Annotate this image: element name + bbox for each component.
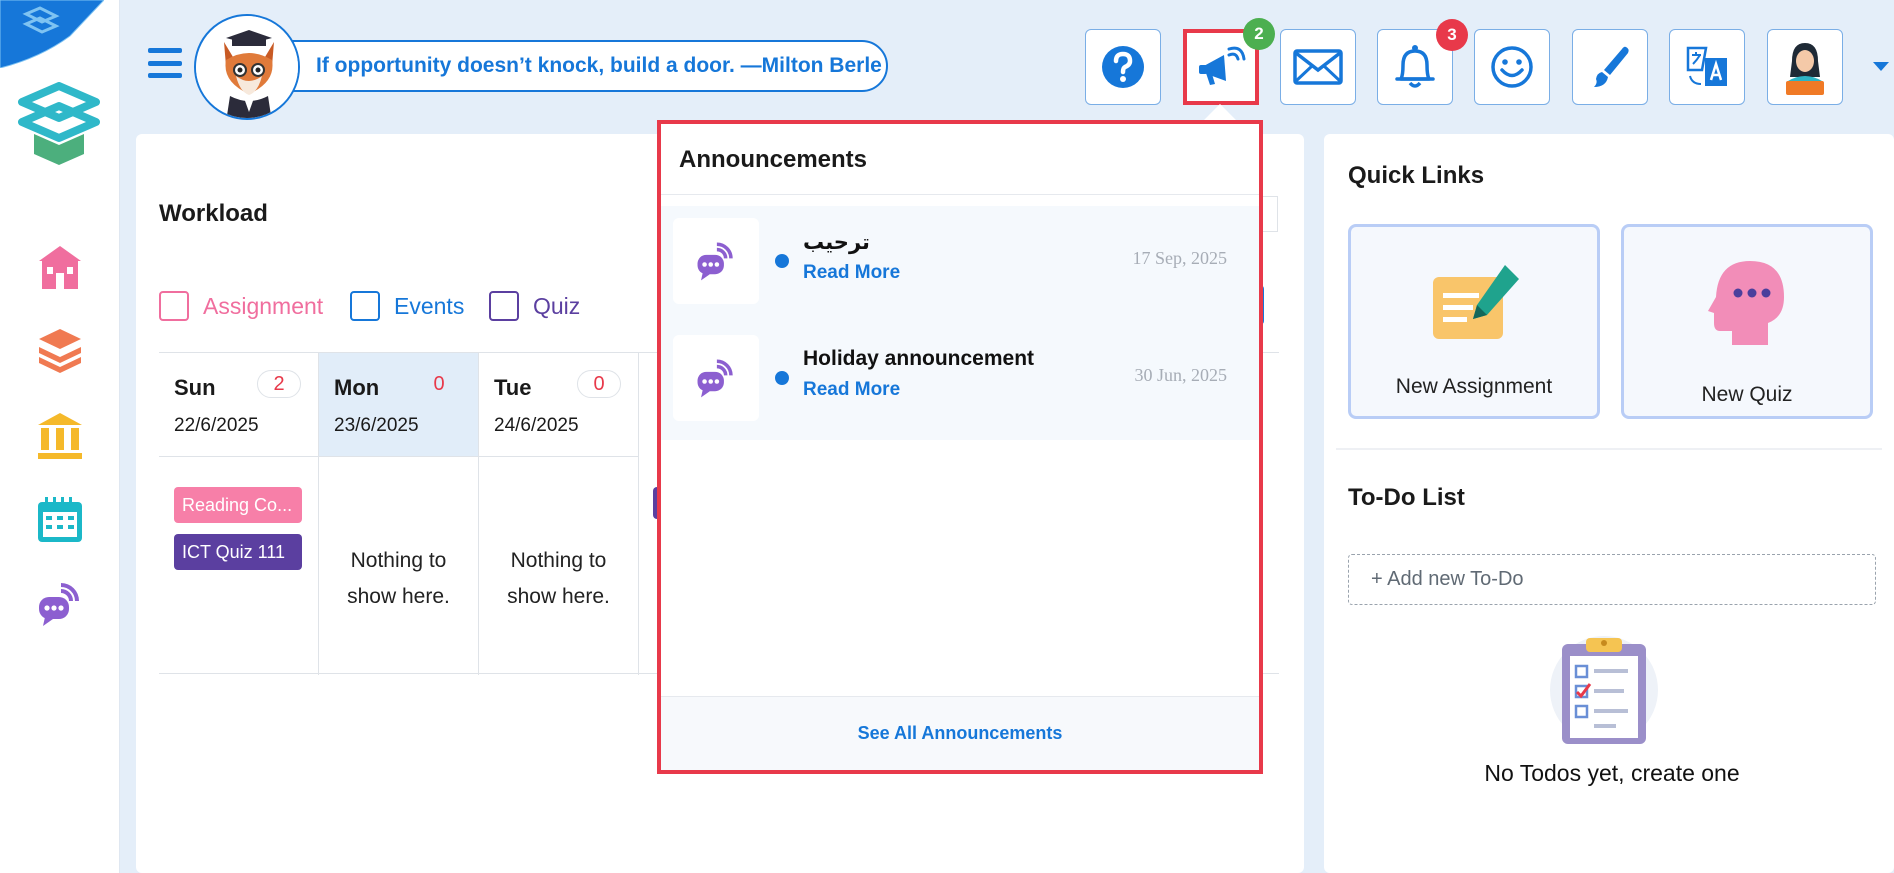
events-checkbox[interactable] [350, 291, 380, 321]
notifications-badge: 3 [1436, 19, 1468, 51]
day-date: 23/6/2025 [334, 415, 419, 436]
legend-events[interactable]: Events [350, 291, 464, 321]
sidebar [0, 0, 120, 873]
books-icon[interactable] [30, 322, 90, 382]
announcement-date: 17 Sep, 2025 [1132, 248, 1228, 268]
menu-toggle-button[interactable] [148, 48, 182, 78]
profile-button[interactable] [1767, 29, 1843, 105]
profile-dropdown-caret[interactable] [1873, 62, 1889, 71]
institution-icon[interactable] [30, 406, 90, 466]
day-count-badge: 0 [433, 372, 445, 395]
announcement-name: Holiday announcement [803, 347, 1035, 370]
read-more-link[interactable]: Read More [803, 262, 900, 284]
empty-line-2: show here. [347, 585, 450, 608]
hamburger-bar [148, 60, 182, 66]
announcements-dropdown: Announcements ترحيب Read More 17 Sep, 20… [657, 120, 1263, 774]
mood-button[interactable] [1474, 29, 1550, 105]
unread-dot [775, 371, 789, 385]
new-assignment-link[interactable]: New Assignment [1348, 224, 1600, 419]
calendar-day-sun: Sun 22/6/2025 2 Reading Co... ICT Quiz 1… [159, 353, 319, 675]
empty-day-message: Nothing to show here. [479, 543, 638, 615]
assignment-checkbox[interactable] [159, 291, 189, 321]
quiz-checkbox[interactable] [489, 291, 519, 321]
workload-title: Workload [159, 200, 268, 227]
legend-assignment-label: Assignment [203, 292, 324, 319]
panel-divider [1336, 448, 1882, 450]
day-count-badge: 0 [577, 370, 621, 398]
announcements-divider [661, 194, 1259, 195]
hamburger-bar [148, 48, 182, 53]
announcement-name: ترحيب [803, 231, 870, 254]
legend-quiz-label: Quiz [533, 292, 581, 319]
mail-icon [1293, 49, 1343, 85]
see-all-announcements-link[interactable]: See All Announcements [858, 723, 1063, 744]
calendar-icon[interactable] [30, 490, 90, 550]
calendar-day-header: Sun 22/6/2025 2 [159, 353, 318, 457]
calendar-day-mon: Mon 23/6/2025 0 Nothing to show here. [319, 353, 479, 675]
paintbrush-icon [1594, 46, 1629, 87]
empty-line-1: Nothing to [350, 549, 447, 572]
quiz-head-icon [1708, 261, 1784, 345]
calendar-day-header: Tue 24/6/2025 0 [479, 353, 638, 457]
messages-button[interactable] [1280, 29, 1356, 105]
add-todo-input[interactable] [1348, 554, 1876, 605]
new-assignment-label: New Assignment [1395, 375, 1553, 398]
mascot-avatar [194, 14, 300, 120]
hamburger-bar [148, 73, 182, 78]
day-name: Sun [174, 375, 216, 400]
day-name: Mon [334, 375, 380, 400]
quick-links-title: Quick Links [1348, 162, 1485, 189]
assignment-pen-icon [1433, 265, 1519, 339]
language-button[interactable] [1669, 29, 1745, 105]
announcement-chat-icon [697, 242, 733, 281]
smiley-icon [1491, 46, 1533, 88]
read-more-link[interactable]: Read More [803, 379, 900, 401]
announcement-chat-icon[interactable] [30, 574, 90, 634]
announcements-badge: 2 [1243, 18, 1275, 50]
announcement-icon-wrap [673, 335, 759, 421]
bell-icon [1395, 45, 1435, 88]
announcement-item[interactable]: Holiday announcement Read More 30 Jun, 2… [661, 323, 1259, 440]
empty-day-message: Nothing to show here. [319, 543, 478, 615]
announcements-footer: See All Announcements [661, 696, 1259, 770]
day-count-badge: 2 [257, 370, 301, 398]
assignment-chip[interactable]: Reading Co... [174, 487, 302, 523]
quiz-chip[interactable]: ICT Quiz 111 [174, 534, 302, 570]
help-button[interactable] [1085, 29, 1161, 105]
unread-dot [775, 254, 789, 268]
announcement-date: 30 Jun, 2025 [1134, 365, 1227, 385]
todo-title: To-Do List [1348, 484, 1465, 511]
user-avatar-icon [1786, 43, 1824, 95]
legend-events-label: Events [394, 292, 465, 319]
clipboard-icon [1550, 636, 1658, 744]
megaphone-icon [1199, 46, 1246, 85]
new-quiz-link[interactable]: New Quiz [1621, 224, 1873, 419]
day-date: 24/6/2025 [494, 415, 579, 436]
daily-quote: If opportunity doesn’t knock, build a do… [230, 40, 888, 92]
calendar-day-tue: Tue 24/6/2025 0 Nothing to show here. [479, 353, 639, 675]
day-date: 22/6/2025 [174, 415, 259, 436]
empty-line-2: show here. [507, 585, 610, 608]
calendar-day-header: Mon 23/6/2025 0 [319, 353, 478, 457]
legend-assignment[interactable]: Assignment [159, 291, 323, 321]
announcement-chat-icon [697, 359, 733, 398]
school-icon[interactable] [30, 238, 90, 298]
theme-button[interactable] [1572, 29, 1648, 105]
day-name: Tue [494, 375, 532, 400]
quote-text: If opportunity doesn’t knock, build a do… [316, 54, 882, 77]
translate-icon [1686, 46, 1727, 86]
corner-logo [0, 0, 105, 69]
legend-quiz[interactable]: Quiz [489, 291, 580, 321]
empty-line-1: Nothing to [510, 549, 607, 572]
new-quiz-label: New Quiz [1701, 383, 1793, 406]
announcement-icon-wrap [673, 218, 759, 304]
todo-empty-message: No Todos yet, create one [1484, 760, 1740, 786]
brand-logo[interactable] [14, 82, 104, 166]
question-icon [1102, 46, 1144, 88]
announcement-item[interactable]: ترحيب Read More 17 Sep, 2025 [661, 206, 1259, 323]
announcements-title: Announcements [679, 146, 868, 173]
